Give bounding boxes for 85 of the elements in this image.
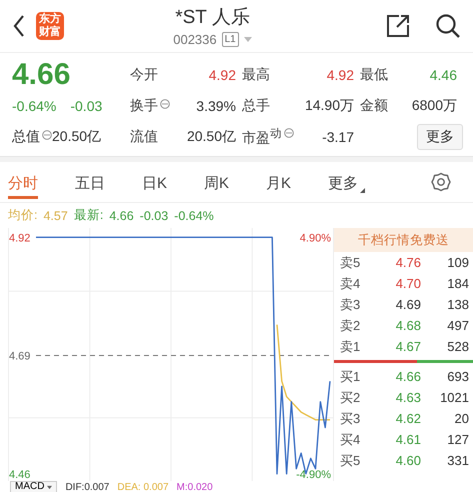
back-icon[interactable] [12,14,26,38]
order-label: 卖4 [340,275,362,293]
order-volume: 497 [446,317,469,335]
order-price: 4.76 [394,254,421,272]
stat-value: 20.50亿 [186,128,237,146]
order-price: 4.62 [394,410,421,428]
chart-tab[interactable]: 月K [266,166,292,198]
order-price: 4.70 [394,275,421,293]
more-button[interactable]: 更多 [417,124,463,150]
order-price: 4.67 [394,338,421,356]
order-price: 4.63 [394,389,421,407]
corner-triangle-icon [360,188,366,192]
stat-value: 14.90万 [304,96,355,114]
latest-percent: -0.64% [174,208,214,222]
stat-label: 今开 [130,66,158,84]
order-price: 4.61 [394,431,421,449]
stat-value: -3.17 [321,128,355,144]
stat-value: 6800万 [410,96,458,114]
order-volume: 20 [454,410,469,428]
order-volume: 138 [446,296,469,314]
stock-title: *ST 人乐 [175,6,250,30]
order-volume: 1021 [439,389,469,407]
order-price: 4.68 [394,317,421,335]
stat-value: 4.46 [428,66,458,82]
axis-label: 4.90% [300,232,331,244]
stock-code: 002336 [173,32,217,46]
info-icon[interactable] [42,130,52,140]
order-price: 4.66 [394,368,421,386]
stat-value: 3.39% [195,98,237,114]
latest-change: -0.03 [140,208,168,222]
order-price: 4.69 [394,296,421,314]
stat-label: 最高 [242,66,270,84]
axis-label: -4.90% [296,468,331,481]
order-label: 买1 [340,368,362,386]
stat-label: 流值 [130,128,158,146]
chart-tab[interactable]: 日K [142,166,168,198]
order-label: 买4 [340,431,362,449]
share-icon[interactable] [385,13,411,39]
order-volume: 127 [446,431,469,449]
order-label: 卖2 [340,317,362,335]
latest-value: 4.66 [109,208,134,222]
order-label: 买5 [340,452,362,470]
last-price: 4.66 [12,58,72,92]
stat-label: 换手 [130,96,158,114]
order-label: 卖1 [340,338,362,356]
level-badge: L1 [222,32,239,46]
search-icon[interactable] [435,13,461,39]
chart-tab[interactable]: 五日 [75,166,105,198]
order-volume: 528 [446,338,469,356]
order-label: 卖5 [340,254,362,272]
stat-label: 最低 [360,66,388,84]
order-volume: 184 [446,275,469,293]
stat-label: 金额 [360,96,388,114]
indicator-value: DEA: 0.007 [117,482,169,492]
chart-tab[interactable]: 周K [204,166,230,198]
settings-icon[interactable] [431,172,451,192]
stat-value: 4.92 [208,66,237,82]
stat-label: 市盈$^{动}$ [242,126,282,148]
indicator-value: DIF:0.007 [65,482,110,492]
latest-label: 最新: [74,207,104,224]
order-label: 卖3 [340,296,362,314]
order-volume: 331 [446,452,469,470]
stat-value: 4.92 [326,66,355,82]
caret-icon [47,484,52,490]
chart-tab[interactable]: 分时 [8,166,38,198]
order-volume: 109 [446,254,469,272]
axis-label: 4.92 [9,232,30,244]
axis-label: 4.69 [9,350,30,363]
indicator-value: M:0.020 [176,482,213,492]
order-label: 买2 [340,389,362,407]
stat-label: 总值 [12,128,40,146]
order-label: 买3 [340,410,362,428]
info-icon[interactable] [160,98,170,108]
change-value: -0.03 [70,98,102,114]
axis-label: 4.46 [9,468,30,481]
indicator-dropdown[interactable]: MACD [10,481,58,492]
chart-tab[interactable]: 更多 [328,166,366,198]
stat-value: 20.50亿 [52,128,102,146]
average-value: 4.57 [43,208,68,222]
change-percent: -0.64% [12,98,56,114]
info-icon[interactable] [284,128,294,138]
stat-label: 总手 [242,96,270,114]
average-label: 均价: [8,207,38,224]
order-price: 4.60 [394,452,421,470]
order-volume: 693 [446,368,469,386]
